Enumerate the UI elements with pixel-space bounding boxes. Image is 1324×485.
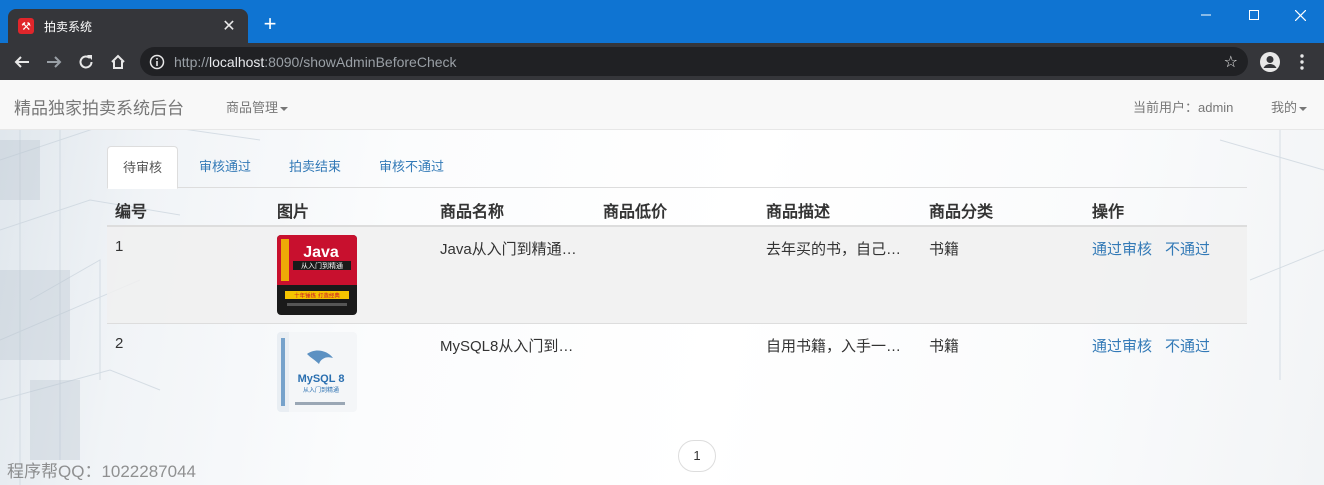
back-icon[interactable] (9, 49, 35, 75)
browser-tab-strip: ⚒ 拍卖系统 ✕ + (0, 0, 1324, 43)
svg-text:从入门到精通: 从入门到精通 (301, 261, 343, 270)
svg-text:十年锤炼 打造经典: 十年锤炼 打造经典 (294, 292, 340, 300)
goods-management-menu[interactable]: 商品管理 (226, 97, 289, 116)
forward-icon[interactable] (41, 49, 67, 75)
tab-approved[interactable]: 审核通过 (184, 146, 266, 188)
close-tab-icon[interactable]: ✕ (220, 16, 238, 36)
header-category: 商品分类 (929, 204, 994, 221)
row-id: 1 (115, 238, 124, 255)
page-content: 精品独家拍卖系统后台 商品管理 当前用户：admin 我的 待审核 审核通过 拍… (0, 80, 1324, 485)
svg-text:从入门到精通: 从入门到精通 (303, 386, 339, 394)
window-close-icon[interactable] (1276, 0, 1324, 30)
goods-table: 编号 图片 商品名称 商品低价 商品描述 商品分类 操作 1 Java 从入门到… (107, 188, 1247, 421)
row-description: 自用书籍，入手一… (766, 338, 902, 355)
row-name: MySQL8从入门到… (440, 338, 574, 355)
approve-link[interactable]: 通过审核 (1092, 335, 1152, 356)
reload-icon[interactable] (73, 49, 99, 75)
header-image: 图片 (277, 204, 310, 221)
svg-text:MySQL 8: MySQL 8 (298, 373, 345, 385)
row-name: Java从入门到精通… (440, 241, 577, 258)
header-description: 商品描述 (766, 204, 831, 221)
status-tabs: 待审核 审核通过 拍卖结束 审核不通过 (107, 146, 1247, 189)
profile-icon[interactable] (1257, 49, 1283, 75)
book-cover-mysql: MySQL 8 从入门到精通 (277, 332, 357, 412)
reject-link[interactable]: 不通过 (1165, 238, 1210, 259)
reject-link[interactable]: 不通过 (1165, 335, 1210, 356)
pagination-page-1[interactable]: 1 (678, 440, 716, 472)
row-id: 2 (115, 335, 124, 352)
tab-title: 拍卖系统 (44, 19, 93, 34)
brand-title[interactable]: 精品独家拍卖系统后台 (14, 94, 184, 119)
url-text: http://localhost:8090/showAdminBeforeChe… (174, 53, 457, 70)
tab-auction-ended[interactable]: 拍卖结束 (274, 146, 356, 188)
header-price: 商品低价 (603, 204, 668, 221)
my-menu[interactable]: 我的 (1271, 97, 1308, 116)
header-actions: 操作 (1092, 204, 1125, 221)
table-header: 编号 图片 商品名称 商品低价 商品描述 商品分类 操作 (107, 188, 1247, 227)
info-icon[interactable] (140, 54, 174, 70)
watermark-text: 程序帮QQ：1022287044 (7, 462, 196, 481)
maximize-icon[interactable] (1230, 0, 1278, 30)
row-category: 书籍 (929, 241, 960, 258)
table-row: 1 Java 从入门到精通 十年锤炼 打造经典 Java从入门到精通… 去年买的… (107, 227, 1247, 324)
top-navbar: 精品独家拍卖系统后台 商品管理 当前用户：admin 我的 (0, 80, 1324, 130)
header-name: 商品名称 (440, 204, 505, 221)
caret-down-icon (1299, 106, 1308, 111)
gavel-icon: ⚒ (18, 18, 34, 34)
tab-rejected[interactable]: 审核不通过 (364, 146, 459, 188)
approve-link[interactable]: 通过审核 (1092, 238, 1152, 259)
new-tab-button[interactable]: + (258, 13, 282, 37)
row-category: 书籍 (929, 338, 960, 355)
browser-toolbar: http://localhost:8090/showAdminBeforeChe… (0, 43, 1324, 80)
address-bar[interactable]: http://localhost:8090/showAdminBeforeChe… (140, 47, 1248, 76)
caret-down-icon (280, 106, 289, 111)
home-icon[interactable] (105, 49, 131, 75)
browser-tab[interactable]: ⚒ 拍卖系统 ✕ (8, 9, 248, 43)
browser-menu-icon[interactable] (1289, 49, 1315, 75)
svg-text:Java: Java (303, 244, 339, 261)
row-description: 去年买的书，自己… (766, 241, 902, 258)
current-user-label: 当前用户：admin (1133, 100, 1234, 115)
header-id: 编号 (115, 204, 148, 221)
tab-pending-review[interactable]: 待审核 (107, 146, 179, 189)
bookmark-star-icon[interactable]: ☆ (1224, 52, 1238, 72)
minimize-icon[interactable] (1182, 0, 1230, 30)
table-row: 2 MySQL 8 从入门到精通 MySQL8从入门到… 自用书籍，入手一… 书… (107, 324, 1247, 421)
book-cover-java: Java 从入门到精通 十年锤炼 打造经典 (277, 235, 357, 315)
